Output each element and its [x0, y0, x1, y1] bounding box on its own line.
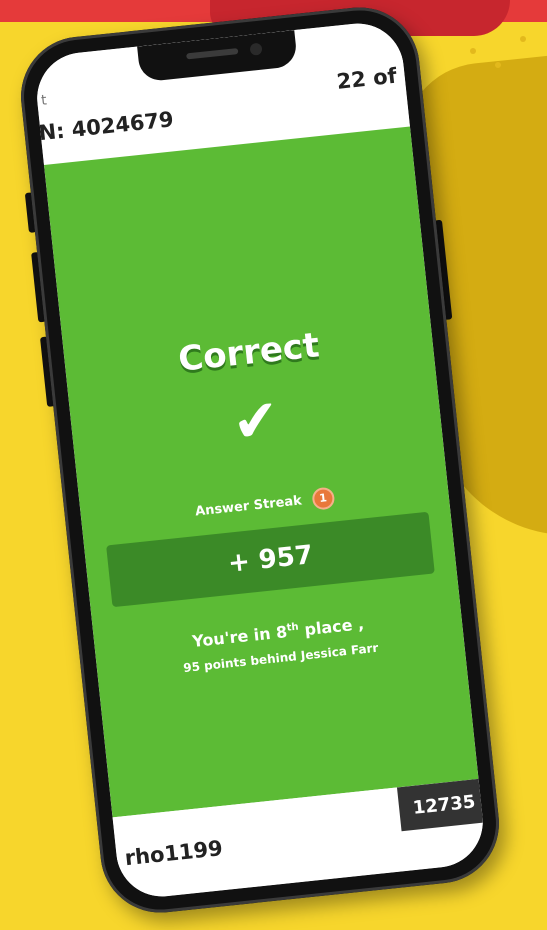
points-earned: + 957 — [226, 540, 315, 579]
total-score-badge: 12735 — [396, 778, 488, 832]
player-username: rho1199 — [123, 836, 224, 871]
streak-count-badge: 1 — [311, 486, 336, 511]
camera-icon — [249, 42, 263, 56]
top-bar-partial-text: t — [40, 92, 48, 109]
game-pin-label: N: 4024679 — [37, 107, 175, 146]
decoration-dot — [495, 62, 501, 68]
decoration-dot — [520, 36, 526, 42]
result-title: Correct — [176, 325, 322, 380]
place-after: place , — [297, 614, 365, 640]
answer-result-panel: Correct ✔ Answer Streak 1 + 957 You're i… — [43, 126, 479, 818]
total-score: 12735 — [411, 790, 477, 819]
speaker-grille — [186, 48, 239, 60]
decoration-dot — [470, 48, 476, 54]
answer-streak-label: Answer Streak — [194, 493, 303, 520]
question-progress: 22 of — [335, 63, 398, 94]
place-prefix: You're in 8 — [191, 622, 289, 652]
checkmark-icon: ✔ — [229, 386, 283, 457]
